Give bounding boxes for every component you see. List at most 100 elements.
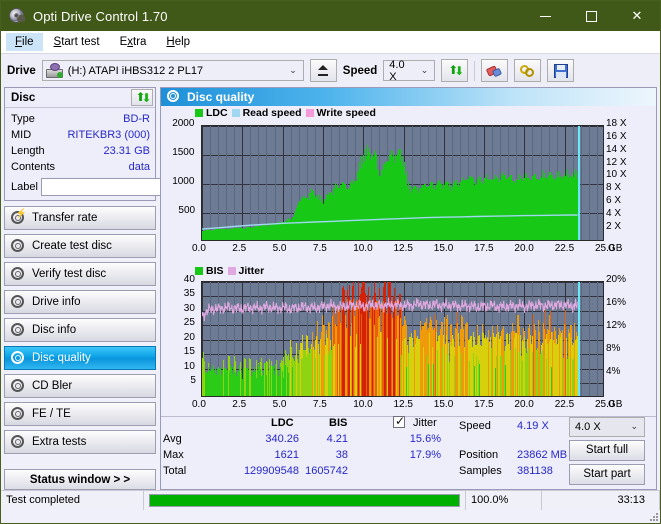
menu-bar: File Start test Extra Help xyxy=(1,31,660,54)
cd-bler-icon xyxy=(11,379,25,393)
sidebar-item-verify-test-disc[interactable]: Verify test disc xyxy=(4,262,156,286)
disc-row-mid-value: RITEKBR3 (000) xyxy=(67,129,150,141)
disc-row-contents-value: data xyxy=(128,161,150,173)
axis-tick-label: 2000 xyxy=(172,117,195,129)
menu-start-test-label: tart test xyxy=(61,36,100,48)
stats-position-value: 23862 MB xyxy=(517,448,568,461)
sidebar-item-label: Transfer rate xyxy=(32,212,98,224)
sidebar-item-disc-quality[interactable]: Disc quality xyxy=(4,346,156,370)
refresh-icon: ⬆ ⬇ xyxy=(448,63,465,78)
axis-tick-label: 4 X xyxy=(606,208,622,220)
axis-tick-label: 16 X xyxy=(606,130,627,142)
legend-label: Write speed xyxy=(316,106,376,119)
legend-swatch xyxy=(195,108,203,117)
status-window-button[interactable]: Status window > > xyxy=(4,469,156,490)
erase-disc-icon xyxy=(486,64,503,77)
disc-verify-icon xyxy=(11,267,25,281)
disc-burn-icon xyxy=(11,239,25,253)
legend-label: Jitter xyxy=(238,264,265,277)
stats-max-bis: 38 xyxy=(335,448,348,461)
axis-tick-label: 5.0 xyxy=(272,398,287,410)
close-button[interactable]: ✕ xyxy=(614,1,660,31)
elapsed-time: 33:13 xyxy=(542,490,660,510)
disc-info-rows: Type BD-R MID RITEKBR3 (000) Length 23.3… xyxy=(5,108,238,200)
drive-label: Drive xyxy=(7,64,36,77)
menu-start-test[interactable]: Start test xyxy=(45,33,109,51)
sidebar-item-label: Drive info xyxy=(32,296,81,308)
axis-tick-label: 10 X xyxy=(606,169,627,181)
drive-select[interactable]: (H:) ATAPI iHBS312 2 PL17 ⌄ xyxy=(41,60,304,81)
jitter-line xyxy=(202,297,578,321)
stats-samples-value: 381138 xyxy=(517,464,553,477)
sidebar-item-transfer-rate[interactable]: ⚡ Transfer rate xyxy=(4,206,156,230)
progress-percent: 100.0% xyxy=(466,490,542,510)
sidebar-item-drive-info[interactable]: Drive info xyxy=(4,290,156,314)
speed-select-value: 4.0 X xyxy=(389,58,405,83)
speed-select[interactable]: 4.0 X ⌄ xyxy=(383,58,436,83)
main-area: Disc ⬆ ⬇ Type BD-R MID RITEKBR3 (000) Le… xyxy=(1,87,660,490)
disc-quality-panel: Disc quality LDC Read speed Write speed 20… xyxy=(160,87,657,490)
menu-help[interactable]: Help xyxy=(157,33,199,51)
axis-tick-label: 15 xyxy=(183,346,195,358)
axis-tick-label: 22.5 xyxy=(554,242,575,254)
stats-samples-label: Samples xyxy=(459,464,502,477)
refresh-button[interactable]: ⬆ ⬇ xyxy=(441,59,469,82)
disc-refresh-button[interactable]: ⬆ ⬇ xyxy=(131,89,153,106)
app-window: Opti Drive Control 1.70 ✕ File Start tes… xyxy=(0,0,661,524)
chevron-down-icon: ⌄ xyxy=(420,65,429,75)
disc-row-contents-key: Contents xyxy=(11,161,56,173)
stats-col-bis: BIS xyxy=(329,416,348,429)
refresh-icon: ⬆ ⬇ xyxy=(135,90,152,105)
sidebar-item-create-test-disc[interactable]: Create test disc xyxy=(4,234,156,258)
menu-extra[interactable]: Extra xyxy=(111,33,156,51)
disc-label-key: Label xyxy=(11,180,38,193)
test-speed-value: 4.0 X xyxy=(575,420,601,433)
eject-button[interactable] xyxy=(309,59,337,82)
axis-tick-label: 8% xyxy=(606,343,621,355)
axis-tick-label: 10.0 xyxy=(353,242,373,254)
stats-speed-label: Speed xyxy=(459,419,491,432)
erase-disc-button[interactable] xyxy=(481,59,509,82)
sidebar-item-fe-te[interactable]: FE / TE xyxy=(4,402,156,426)
test-speed-select[interactable]: 4.0 X ⌄ xyxy=(569,416,645,437)
legend-item: LDC xyxy=(195,107,228,119)
toolbar: Drive (H:) ATAPI iHBS312 2 PL17 ⌄ Speed … xyxy=(1,54,660,87)
speed-label: Speed xyxy=(342,64,378,77)
app-logo-icon xyxy=(8,7,26,25)
save-button[interactable] xyxy=(547,59,575,82)
start-part-button[interactable]: Start part xyxy=(569,463,645,485)
axis-tick-label: 0.0 xyxy=(192,398,206,410)
legend-swatch xyxy=(231,108,240,117)
legend-item: Jitter xyxy=(227,264,265,277)
legend-label: Read speed xyxy=(242,106,302,119)
axis-tick-label: 30 xyxy=(183,302,195,314)
menu-file[interactable]: File xyxy=(6,33,43,51)
sidebar-item-cd-bler[interactable]: CD Bler xyxy=(4,374,156,398)
stats-max-ldc: 1621 xyxy=(274,448,299,461)
start-full-button[interactable]: Start full xyxy=(569,439,645,461)
sidebar-item-disc-info[interactable]: Disc info xyxy=(4,318,156,342)
resize-grip-icon[interactable] xyxy=(648,511,658,521)
position-marker xyxy=(578,281,580,396)
title-bar: Opti Drive Control 1.70 ✕ xyxy=(1,1,660,31)
read-speed-line xyxy=(202,214,578,230)
tools-button[interactable] xyxy=(514,59,542,82)
legend-item: BIS xyxy=(195,265,224,277)
jitter-checkbox[interactable] xyxy=(393,414,405,429)
disc-info-icon xyxy=(11,323,25,337)
sidebar-item-label: Verify test disc xyxy=(32,268,107,280)
disc-row-mid-key: MID xyxy=(11,129,32,141)
minimize-button[interactable] xyxy=(522,1,568,31)
legend-swatch xyxy=(227,266,236,275)
maximize-button[interactable] xyxy=(568,1,614,31)
axis-tick-label: GB xyxy=(608,242,623,254)
panel-header: Disc quality xyxy=(161,88,656,106)
axis-tick-label: 8 X xyxy=(606,182,622,194)
sidebar-item-extra-tests[interactable]: Extra tests xyxy=(4,430,156,454)
disc-row-type-value: BD-R xyxy=(123,113,150,125)
axis-tick-label: 5.0 xyxy=(272,242,287,254)
axis-tick-label: 20 xyxy=(183,331,195,343)
status-message: Test completed xyxy=(1,490,144,510)
stats-panel: LDC BIS Jitter Avg 340.26 4.21 15.6% Max… xyxy=(161,414,656,490)
toolbar-divider xyxy=(474,60,476,81)
